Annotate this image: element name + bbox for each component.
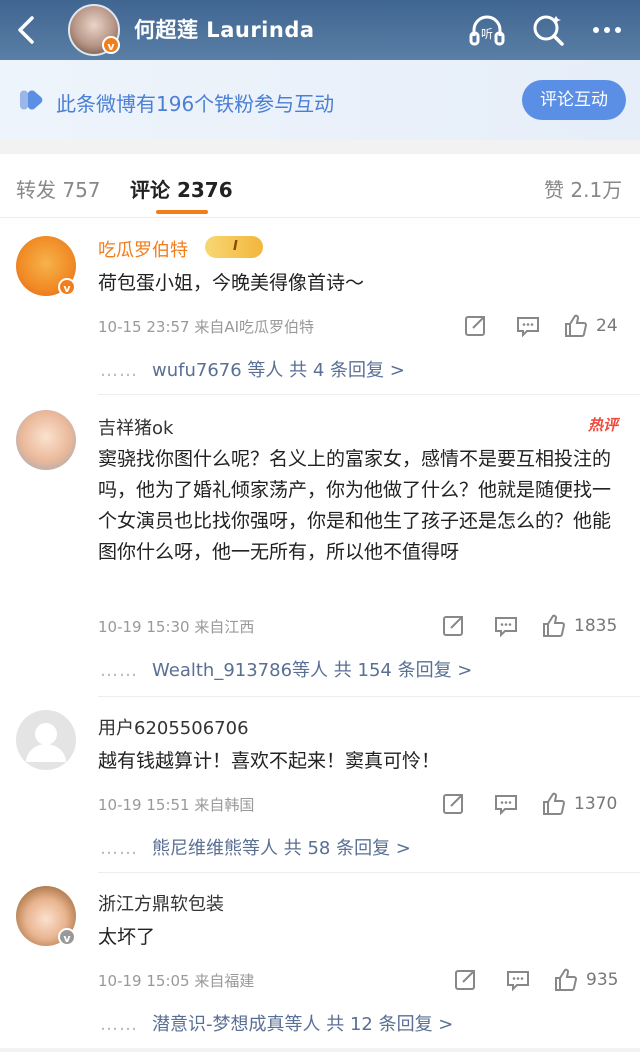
share-icon[interactable] [464,314,488,338]
verified-badge: v [58,278,76,296]
reply-dots-icon: …… [100,838,138,859]
replies-link[interactable]: …… 潜意识-梦想成真等人 共 12 条回复 > [100,1010,453,1036]
reply-total[interactable]: 共 154 条回复 > [334,660,473,681]
share-icon[interactable] [454,968,478,992]
comment-meta: 10-19 15:30 来自江西 [98,618,255,636]
reply-dots-icon: …… [100,660,138,681]
hot-comment-badge: 热评 [588,416,619,434]
comment-author[interactable]: 用户6205506706 [98,714,249,740]
comment-author[interactable]: 浙江方鼎软包装 [98,890,224,916]
reply-total[interactable]: 共 12 条回复 > [326,1014,453,1035]
comment-text: 太坏了 [98,926,156,948]
like-icon[interactable] [554,968,578,992]
comment-actions: 1370 [442,792,624,818]
banner-card: 此条微博有196个铁粉参与互动 评论互动 [0,60,640,140]
like-icon[interactable] [542,614,566,638]
list-bottom-divider [0,1048,640,1052]
page-title[interactable]: 何超莲 Laurinda [134,14,315,44]
reply-total[interactable]: 共 58 条回复 > [284,838,411,859]
replies-link[interactable]: …… wufu7676 等人 共 4 条回复 > [100,356,405,382]
verified-badge: v [58,928,76,946]
comment-icon[interactable] [494,614,518,638]
comment-list: v 吃瓜罗伯特 I 荷包蛋小姐，今晚美得像首诗～ 10-15 23:57 来自A… [0,218,640,1052]
share-icon[interactable] [442,792,466,816]
comment-item: v 吃瓜罗伯特 I 荷包蛋小姐，今晚美得像首诗～ 10-15 23:57 来自A… [0,218,640,395]
avatar[interactable] [16,410,76,470]
tab-likes[interactable]: 赞 2.1万 [544,174,622,203]
comment-actions: 24 [464,314,624,340]
top-bar: v 何超莲 Laurinda 听 [0,0,640,60]
reply-users[interactable]: Wealth_913786等人 [152,660,328,681]
like-count: 1370 [574,794,618,814]
reply-total[interactable]: 共 4 条回复 > [289,360,405,381]
reply-users[interactable]: 潜意识-梦想成真等人 [152,1014,321,1035]
comment-text: 越有钱越算计！喜欢不起来！窦真可怜！ [98,750,441,772]
chevron-left-icon[interactable] [10,12,46,48]
reply-users[interactable]: 熊尼维维熊等人 [152,838,278,859]
comment-actions: 935 [454,968,624,994]
replies-link[interactable]: …… Wealth_913786等人 共 154 条回复 > [100,656,472,682]
comment-text: 窦骁找你图什么呢？名义上的富家女，感情不是要互相投注的吗，他为了婚礼倾家荡产，你… [98,448,612,563]
comment-author[interactable]: 吃瓜罗伯特 [98,236,188,262]
like-icon[interactable] [542,792,566,816]
comment-meta: 10-19 15:05 来自福建 [98,972,255,990]
comment-text: 荷包蛋小姐，今晚美得像首诗～ [98,272,365,294]
comment-item: 吉祥猪ok 热评 窦骁找你图什么呢？名义上的富家女，感情不是要互相投注的吗，他为… [0,394,640,697]
comment-actions: 1835 [442,614,624,640]
like-count: 24 [596,316,618,336]
comment-item: v 浙江方鼎软包装 太坏了 10-19 15:05 来自福建 935 …… 潜意识… [0,872,640,1048]
comment-icon[interactable] [494,792,518,816]
fan-interaction-banner: 此条微博有196个铁粉参与互动 评论互动 [0,60,640,140]
tab-repost[interactable]: 转发 757 [16,174,101,203]
comment-icon[interactable] [506,968,530,992]
like-count: 935 [586,970,619,990]
double-arrow-icon [20,90,43,110]
comment-meta: 10-19 15:51 来自韩国 [98,796,255,814]
search-icon[interactable] [530,12,568,48]
tab-bar: 转发 757 评论 2376 赞 2.1万 [0,154,640,218]
headphones-listen-icon[interactable]: 听 [468,12,506,48]
comment-meta: 10-15 23:57 来自AI吃瓜罗伯特 [98,318,315,336]
verified-badge: v [102,36,120,54]
comment-icon[interactable] [516,314,540,338]
avatar[interactable] [16,710,76,770]
fan-level-badge: I [205,236,263,258]
tab-comments[interactable]: 评论 2376 [130,174,233,203]
comment-item: 用户6205506706 越有钱越算计！喜欢不起来！窦真可怜！ 10-19 15… [0,696,640,873]
reply-dots-icon: …… [100,1014,138,1035]
tab-indicator [156,210,208,214]
like-count: 1835 [574,616,618,636]
like-icon[interactable] [564,314,588,338]
more-icon[interactable] [588,12,626,48]
comment-author[interactable]: 吉祥猪ok [98,414,173,440]
reply-users[interactable]: wufu7676 等人 [152,360,283,381]
reply-dots-icon: …… [100,360,138,381]
listen-label: 听 [481,27,493,41]
share-icon[interactable] [442,614,466,638]
banner-text: 此条微博有196个铁粉参与互动 [56,92,335,116]
replies-link[interactable]: …… 熊尼维维熊等人 共 58 条回复 > [100,834,411,860]
comment-interact-button[interactable]: 评论互动 [522,80,626,120]
default-user-icon [26,723,66,762]
